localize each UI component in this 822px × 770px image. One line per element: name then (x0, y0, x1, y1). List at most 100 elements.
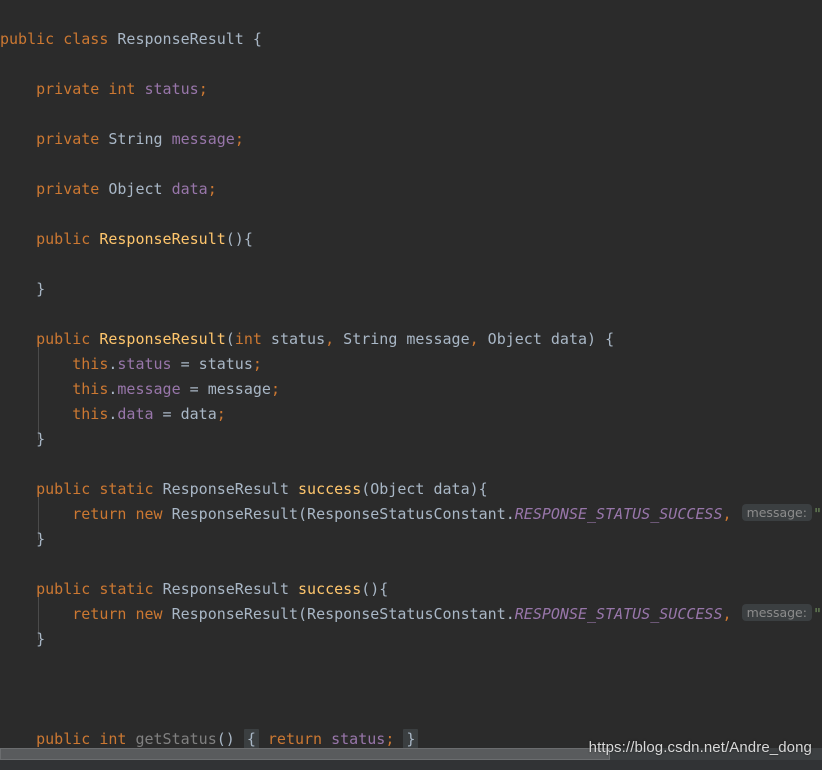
watermark-text: https://blog.csdn.net/Andre_dong (588, 739, 812, 756)
code-token: private (36, 80, 100, 98)
code-token: int (108, 80, 136, 98)
code-token: ; (207, 180, 217, 198)
code-token: new (135, 505, 163, 523)
code-token: } (0, 530, 46, 548)
horizontal-scrollbar-thumb[interactable] (0, 748, 610, 760)
code-line: public ResponseResult(int status, String… (0, 327, 614, 352)
matched-open-brace[interactable]: { (243, 729, 259, 748)
code-token: message (171, 130, 235, 148)
code-token: static (99, 580, 154, 598)
code-line: } (0, 277, 45, 302)
code-line: } (0, 527, 45, 552)
code-token: private (36, 130, 100, 148)
code-token: (){ (361, 580, 389, 598)
code-token: return (72, 605, 127, 623)
code-token: new (135, 605, 163, 623)
matched-close-brace[interactable]: } (403, 729, 419, 748)
code-token: . (505, 505, 515, 523)
code-line: this.data = data; (0, 402, 226, 427)
code-token: public (0, 30, 55, 48)
code-token: ( (225, 330, 235, 348)
semicolon: ; (385, 730, 395, 748)
code-token: String (108, 130, 163, 148)
code-token: } (0, 280, 46, 298)
code-line: public static ResponseResult success(Obj… (0, 477, 488, 502)
code-token: ResponseResult (171, 605, 299, 623)
code-token: String message (334, 330, 470, 348)
code-token: status (261, 330, 326, 348)
code-token: , (325, 330, 335, 348)
code-token: ResponseResult (99, 330, 226, 348)
string-literal-start: " (812, 605, 822, 623)
code-line: public static ResponseResult success(){ (0, 577, 388, 602)
code-token: message (117, 380, 181, 398)
code-token: data (171, 180, 208, 198)
code-line: this.message = message; (0, 377, 280, 402)
code-token: ResponseResult (99, 230, 226, 248)
code-token: status (117, 355, 172, 373)
inline-parameter-hint[interactable]: message: (741, 604, 812, 621)
code-token: int (234, 330, 262, 348)
keyword-return: return (267, 730, 323, 748)
code-line: public ResponseResult(){ (0, 227, 253, 252)
code-token: Object (108, 180, 163, 198)
code-token: private (36, 180, 100, 198)
code-token: , (722, 605, 732, 623)
method-parens: () (216, 730, 235, 748)
code-line: private Object data; (0, 177, 217, 202)
code-line: } (0, 627, 45, 652)
code-token: ; (198, 80, 208, 98)
keyword-public: public (36, 730, 91, 748)
code-token: = data (153, 405, 217, 423)
code-token: public (36, 480, 91, 498)
code-editor[interactable]: public class ResponseResult { private in… (0, 0, 822, 770)
code-text-area[interactable]: public class ResponseResult { private in… (0, 0, 822, 748)
code-token: RESPONSE_STATUS_SUCCESS (514, 505, 723, 523)
code-token: ResponseResult (171, 505, 299, 523)
code-token: this (72, 380, 109, 398)
code-token: RESPONSE_STATUS_SUCCESS (514, 605, 723, 623)
code-token: ; (216, 405, 226, 423)
code-token: ResponseResult (162, 580, 289, 598)
code-line: public class ResponseResult { (0, 27, 262, 52)
inline-parameter-hint[interactable]: message: (741, 504, 812, 521)
code-token: } (0, 630, 46, 648)
code-token: (Object data){ (361, 480, 488, 498)
code-line: private int status; (0, 77, 208, 102)
code-token: class (63, 30, 109, 48)
code-token: = status (171, 355, 253, 373)
code-token: status (144, 80, 199, 98)
code-token: public (36, 580, 91, 598)
code-token: Object data) { (478, 330, 615, 348)
code-token: data (117, 405, 154, 423)
code-line: return new ResponseResult(ResponseStatus… (0, 502, 822, 527)
code-token: public (36, 330, 91, 348)
code-token: (ResponseStatusConstant (298, 505, 506, 523)
folded-method-line[interactable]: public int getStatus() { return status; … (0, 727, 419, 748)
code-line: this.status = status; (0, 352, 262, 377)
code-token: ; (270, 380, 280, 398)
code-token: ResponseResult (162, 480, 289, 498)
